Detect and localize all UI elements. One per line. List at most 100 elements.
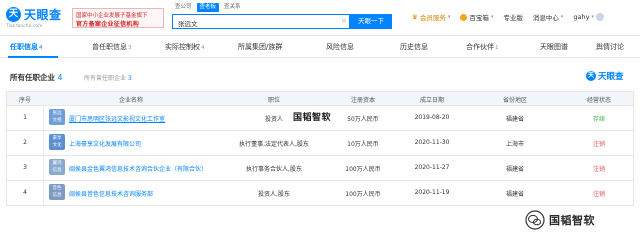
coins-link[interactable]: 百宝箱 ▾ [460,12,493,22]
tab-label: 任职信息 [10,43,38,51]
company-badge: 张远 文视 [49,109,65,125]
column-divider [43,131,44,155]
row-index: 4 [23,189,27,196]
tab-label: 舆情讨论 [596,43,624,51]
capital-cell: 10万人民币 [347,141,379,148]
tab-label: 天眼图谱 [540,43,568,51]
column-header: 职位 [267,97,280,104]
section-count: 4 [57,73,63,82]
chevron-down-icon: ▾ [560,14,564,20]
province-cell: 福建省 [505,116,524,123]
vip-service-label: 会员服务 [419,14,446,22]
user-menu[interactable]: gahy ▾ [573,13,604,21]
capital-cell: 50万人民币 [347,116,379,123]
search-input[interactable]: 张远文 ✕ [172,14,350,29]
coins-label: 百宝箱 [469,14,489,22]
former-positions-label: 所有曾任职企业 [84,75,127,82]
column-divider [43,156,44,180]
slogan-banner: 国家中小企业发展子基金旗下 官方备案企业征信机构 [72,8,164,28]
tab-count: 4 [201,45,205,51]
position-cell: 执行事务合伙人,股东 [246,166,302,173]
tab-label: 实际控制权 [165,43,200,51]
top-nav: ♛ 会员服务 ▾ 百宝箱 ▾ 专业版 消息中心 ▾ gahy ▾ [412,12,604,22]
date-cell: 2020-11-19 [414,189,450,196]
logo-text: 天眼查 [24,8,62,22]
watermark-text: 国韬智软 [549,214,595,227]
wechat-icon [525,210,545,230]
tab-current-positions[interactable]: 任职信息4 [10,42,43,52]
former-positions-link[interactable]: 所有曾任职企业 3 [84,73,132,82]
capital-cell: 100万人民币 [345,166,381,173]
status-badge: 注销 [592,166,605,173]
slogan-line1: 国家中小企业发展子基金旗下 [76,13,148,19]
column-header: 序号 [18,97,31,104]
company-badge: 音色 信息 [49,184,65,200]
positions-table: 序号 企业名称 职位 注册资本 成立日期 省份地区 经营状态 1 张远 文视 厦门… [6,91,634,206]
row-index: 1 [23,114,27,121]
company-badge: 翼鸿 信息 [49,159,65,175]
section-title: 所有任职企业 4 [10,72,62,83]
logo-mark: 天 [6,7,21,22]
column-header: 经营状态 [586,97,611,104]
tab-history-info[interactable]: 历史信息 [400,42,429,52]
watermark-center: 国韬智软 [293,113,332,123]
company-name-link[interactable]: 厦门市思明区张远文影视文化工作室 [69,114,165,123]
chevron-down-icon: ▾ [591,14,594,20]
table-header: 序号 企业名称 职位 注册资本 成立日期 省份地区 经营状态 [7,92,633,106]
tab-graph[interactable]: 天眼图谱 [540,42,569,52]
date-cell: 2020-11-30 [414,139,450,146]
search-tab-company[interactable]: 查公司 [172,3,195,12]
search-button[interactable]: 天眼一下 [350,14,392,29]
brand-text: 天眼查 [598,72,624,82]
avatar [595,13,604,21]
search-input-value: 张远文 [178,20,198,28]
capital-cell: 100万人民币 [345,191,381,198]
column-header: 成立日期 [419,97,444,104]
pro-version-link[interactable]: 专业版 [503,12,523,22]
vip-service-link[interactable]: ♛ 会员服务 ▾ [412,12,450,22]
tab-count: 4 [39,45,43,51]
company-name-link[interactable]: 闽侯县金色翼鸿信息技术咨询合伙企业（有限合伙） [69,164,207,173]
column-header: 企业名称 [118,97,143,104]
province-cell: 福建省 [505,191,524,198]
tab-public-opinion[interactable]: 舆情讨论 [596,42,625,52]
section-title-text: 所有任职企业 [10,73,55,82]
status-badge: 注销 [592,191,605,198]
table-row: 4 音色 信息 闽侯县音色信息技术咨询服务部 投资人,股东 100万人民币 202… [7,181,633,206]
vip-crown-icon: ♛ [412,13,418,21]
position-cell: 投资人,股东 [258,191,290,198]
date-cell: 2020-11-27 [414,164,450,171]
section-brand-logo: 天 天眼查 [586,70,632,82]
tab-former-positions[interactable]: 曾任职信息3 [92,42,132,52]
province-cell: 福建省 [505,166,524,173]
watermark-bottom: 国韬智软 [525,206,640,236]
chevron-down-icon: ▾ [447,14,451,20]
slogan-line2: 官方备案企业征信机构 [76,21,140,28]
section-tabbar: 任职信息4 曾任职信息3 实际控制权4 所属集团/族群 风险信息 历史信息 合作… [0,38,640,58]
column-divider [43,106,44,130]
tab-actual-control[interactable]: 实际控制权4 [165,42,205,52]
brand-mark: 天 [586,71,596,81]
column-header: 省份地区 [502,97,527,104]
company-badge: 豪享 文化 [49,134,65,150]
tab-risk-info[interactable]: 风险信息 [326,42,355,52]
tab-label: 所属集团/族群 [238,43,283,51]
top-header: 天 天眼查 TianYancha.com 国家中小企业发展子基金旗下 官方备案企… [0,0,640,36]
status-badge: 注销 [592,141,605,148]
company-name-link[interactable]: 上海豪享文化发展有限公司 [69,139,141,148]
search-tab-boss[interactable]: 查老板 [196,3,220,12]
user-name: gahy [573,13,590,21]
message-center-link[interactable]: 消息中心 ▾ [533,12,564,22]
position-cell: 执行董事,法定代表人,股东 [239,141,309,148]
tab-group[interactable]: 所属集团/族群 [238,42,283,52]
status-badge: 存续 [592,116,605,123]
search-tab-relation[interactable]: 查关系 [221,3,244,12]
logo-domain: TianYancha.com [6,24,43,29]
tab-partners[interactable]: 合作伙伴1 [466,42,499,52]
company-name-link[interactable]: 闽侯县音色信息技术咨询服务部 [69,189,153,198]
tianyancha-logo[interactable]: 天 天眼查 TianYancha.com [6,6,68,30]
clear-icon[interactable]: ✕ [341,17,347,25]
row-index: 2 [23,139,27,146]
tab-label: 曾任职信息 [92,43,127,51]
province-cell: 上海市 [505,141,524,148]
